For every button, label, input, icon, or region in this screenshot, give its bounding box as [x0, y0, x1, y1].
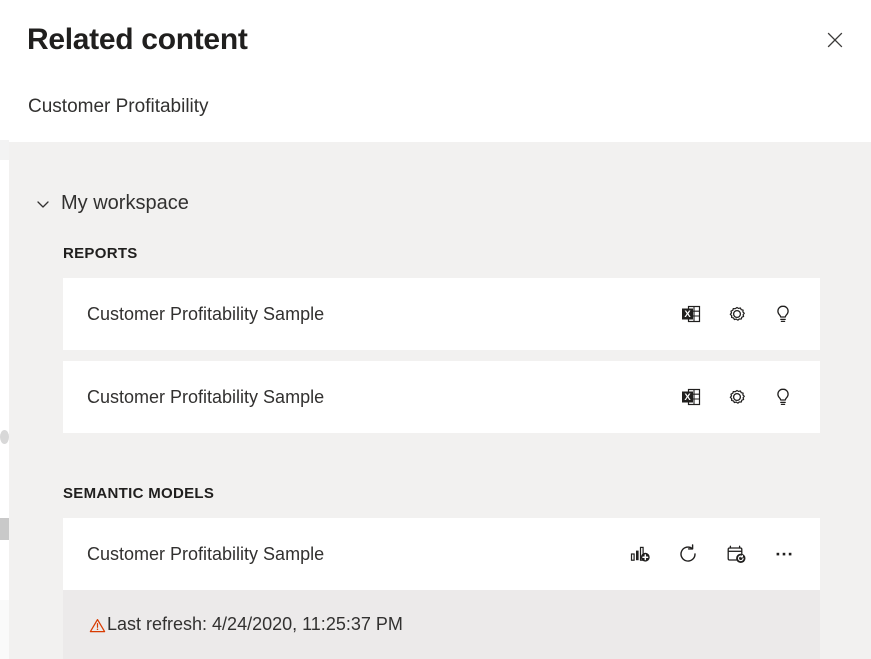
report-name: Customer Profitability Sample [87, 278, 324, 350]
report-name: Customer Profitability Sample [87, 361, 324, 433]
excel-icon: X [680, 303, 702, 325]
create-report-button[interactable] [620, 534, 660, 574]
close-icon [825, 30, 845, 50]
schedule-refresh-icon [725, 543, 747, 565]
insights-button[interactable] [763, 294, 803, 334]
close-button[interactable] [815, 20, 855, 60]
refresh-now-button[interactable] [668, 534, 708, 574]
analyze-in-excel-button[interactable]: X [671, 377, 711, 417]
last-refresh-text: Last refresh: 4/24/2020, 11:25:37 PM [107, 614, 403, 635]
background-element [0, 600, 9, 659]
background-element [0, 518, 9, 540]
panel-header: Related content Customer Profitability [9, 0, 871, 142]
list-item[interactable]: Customer Profitability Sample X [63, 278, 820, 350]
more-options-button[interactable] [764, 534, 804, 574]
gear-icon [726, 386, 748, 408]
background-element [0, 430, 9, 444]
analyze-in-excel-button[interactable]: X [671, 294, 711, 334]
workspace-label: My workspace [61, 192, 189, 215]
last-refresh-status: Last refresh: 4/24/2020, 11:25:37 PM [63, 590, 820, 659]
excel-icon: X [680, 386, 702, 408]
lightbulb-icon [772, 303, 794, 325]
settings-button[interactable] [717, 377, 757, 417]
section-header-reports: REPORTS [63, 245, 138, 262]
section-header-semantic-models: SEMANTIC MODELS [63, 485, 214, 502]
settings-button[interactable] [717, 294, 757, 334]
refresh-icon [677, 543, 699, 565]
create-report-icon [629, 543, 651, 565]
chevron-down-icon [35, 196, 51, 212]
svg-text:X: X [684, 392, 691, 403]
related-content-panel: Related content Customer Profitability M… [9, 0, 871, 659]
gear-icon [726, 303, 748, 325]
schedule-refresh-button[interactable] [716, 534, 756, 574]
more-ellipsis-icon [773, 543, 795, 565]
page-title: Related content [27, 22, 248, 58]
workspace-expander[interactable]: My workspace [35, 192, 189, 215]
semantic-model-actions [620, 518, 820, 590]
svg-text:X: X [684, 309, 691, 320]
warning-triangle-icon [89, 617, 106, 634]
list-item[interactable]: Customer Profitability Sample X [63, 361, 820, 433]
insights-button[interactable] [763, 377, 803, 417]
background-page-sliver [0, 0, 9, 659]
panel-subtitle: Customer Profitability [28, 96, 209, 118]
semantic-model-name: Customer Profitability Sample [87, 518, 324, 590]
list-item[interactable]: Customer Profitability Sample [63, 518, 820, 590]
lightbulb-icon [772, 386, 794, 408]
panel-body: My workspace REPORTS Customer Profitabil… [9, 142, 871, 659]
report-actions: X [671, 278, 820, 350]
report-actions: X [671, 361, 820, 433]
background-element [0, 140, 9, 160]
